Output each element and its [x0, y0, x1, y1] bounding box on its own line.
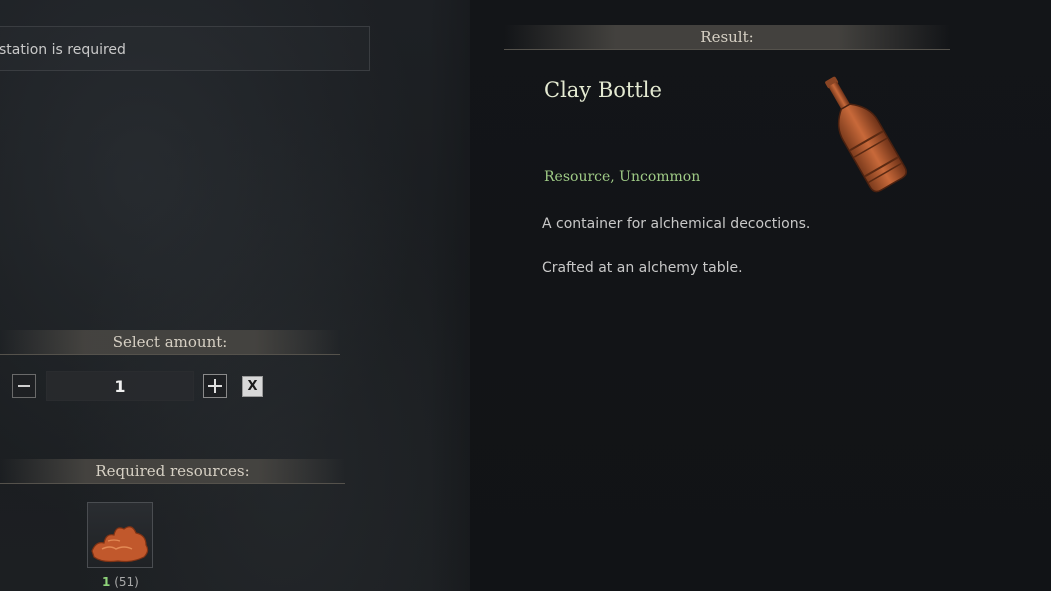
result-header: Result:: [504, 25, 950, 50]
increase-amount-button[interactable]: [203, 374, 227, 398]
plus-icon: [208, 379, 222, 393]
crafting-left-panel: [0, 0, 510, 591]
station-requirement-box: station is required: [0, 26, 370, 71]
decrease-amount-button[interactable]: [12, 374, 36, 398]
resource-owned-amount: (51): [114, 575, 139, 589]
select-amount-header: Select amount:: [0, 330, 340, 355]
resource-count: 1 (51): [102, 575, 139, 589]
resource-slot-clay[interactable]: [87, 502, 153, 568]
item-tags: Resource, Uncommon: [544, 169, 701, 185]
clay-bottle-icon: [825, 76, 908, 193]
clear-amount-button[interactable]: X: [242, 376, 263, 397]
item-crafting-location: Crafted at an alchemy table.: [542, 260, 743, 276]
clay-icon: [91, 526, 149, 563]
station-requirement-text: station is required: [0, 42, 126, 58]
required-resources-header: Required resources:: [0, 459, 345, 484]
resource-required-amount: 1: [102, 575, 111, 589]
item-description: A container for alchemical decoctions.: [542, 216, 811, 232]
amount-input[interactable]: [46, 371, 194, 401]
minus-icon: [18, 385, 30, 387]
item-title: Clay Bottle: [544, 78, 662, 102]
